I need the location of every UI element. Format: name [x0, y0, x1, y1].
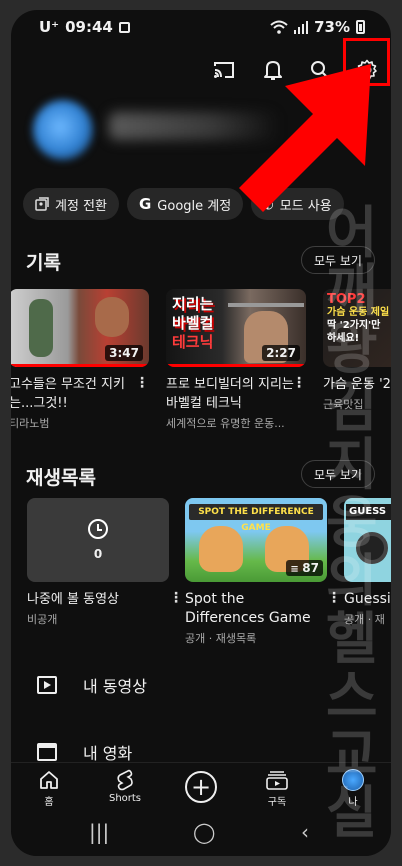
home-icon — [40, 771, 58, 789]
watch-progress-bar — [166, 364, 306, 367]
nav-home[interactable]: 홈 — [19, 767, 79, 808]
nav-subscriptions[interactable]: 구독 — [247, 767, 307, 808]
thumbnail-text: 테크닉 — [172, 333, 214, 351]
playlist-count: 87 — [302, 561, 319, 575]
chip-label: Google 계정 — [157, 198, 232, 214]
row-label: 내 동영상 — [83, 677, 147, 696]
history-title: 기록 — [26, 252, 61, 274]
image-notification-icon — [118, 21, 130, 33]
playlist-thumbnail: 0 — [27, 498, 169, 582]
home-circle-icon[interactable]: ◯ — [193, 820, 215, 844]
video-thumbnail: 지리는 바벨컬 테크닉 2:27 — [166, 289, 306, 367]
back-icon[interactable]: ‹ — [301, 820, 309, 844]
phone-frame: U⁺ 09:44 73% 계정 전환 G Google 계정 모드 사용 기록 … — [0, 0, 402, 866]
playlist-card[interactable]: SPOT THE DIFFERENCE GAME ≡ 87 Spot the D… — [185, 498, 341, 646]
nav-label: Shorts — [108, 793, 142, 804]
wifi-icon — [270, 20, 288, 34]
battery-icon — [356, 20, 365, 34]
playlist-card[interactable]: 0 나중에 볼 동영상 비공개 ⋮ — [27, 498, 183, 627]
playlist-title: 나중에 볼 동영상 — [27, 592, 119, 607]
history-video-card[interactable]: 3:47 고수들은 무조건 지키는...그것!! 티라노범 ⋮ — [11, 289, 149, 431]
video-title: 프로 보디빌더의 지리는 바벨컬 테크닉 — [166, 377, 294, 411]
create-icon: + — [185, 771, 217, 803]
chip-label: 계정 전환 — [55, 198, 107, 214]
playlist-visibility: 공개 · 재생목록 — [185, 632, 257, 645]
battery-label: 73% — [314, 18, 350, 36]
playlist-visibility: 비공개 — [27, 613, 58, 626]
playlist-title: Spot the Differences Game — [185, 591, 311, 626]
clock-icon — [88, 519, 108, 539]
google-account-chip[interactable]: G Google 계정 — [126, 188, 244, 220]
thumbnail-text: 바벨컬 — [172, 314, 214, 332]
carrier-label: U⁺ — [39, 18, 60, 36]
playlist-icon: ≡ — [290, 564, 303, 575]
playlist-thumbnail: SPOT THE DIFFERENCE GAME ≡ 87 — [185, 498, 327, 582]
switch-account-chip[interactable]: 계정 전환 — [23, 188, 119, 220]
history-video-card[interactable]: 지리는 바벨컬 테크닉 2:27 프로 보디빌더의 지리는 바벨컬 테크닉 세계… — [166, 289, 306, 431]
nav-label: 구독 — [267, 797, 287, 808]
movies-icon — [37, 743, 57, 761]
youtube-you-page: U⁺ 09:44 73% 계정 전환 G Google 계정 모드 사용 기록 … — [11, 10, 391, 856]
video-thumbnail: 3:47 — [11, 289, 149, 367]
video-duration: 3:47 — [105, 345, 143, 361]
nav-create[interactable]: + — [171, 767, 231, 807]
thumbnail-text: SPOT THE DIFFERENCE GAME — [189, 504, 323, 533]
nav-shorts[interactable]: Shorts — [95, 767, 155, 804]
watermark: 어깨왕김지웅의헬스교실 — [326, 201, 378, 846]
red-arrow-annotation — [239, 64, 371, 212]
video-channel: 티라노범 — [11, 417, 50, 430]
nav-label: 홈 — [44, 797, 54, 808]
more-options-icon[interactable]: ⋮ — [135, 375, 149, 391]
signal-icon — [294, 20, 309, 34]
clock-label: 09:44 — [65, 18, 113, 36]
avatar — [33, 100, 93, 160]
playlists-title: 재생목록 — [26, 467, 96, 489]
shorts-icon — [117, 769, 133, 791]
video-duration: 2:27 — [262, 345, 300, 361]
watch-progress-bar — [11, 364, 149, 367]
my-videos-icon — [37, 676, 57, 694]
video-title: 고수들은 무조건 지키는...그것!! — [11, 377, 125, 411]
account-switch-icon — [35, 197, 49, 211]
more-options-icon[interactable]: ⋮ — [169, 590, 183, 606]
subscriptions-icon — [266, 771, 288, 790]
recent-apps-icon[interactable]: ||| — [89, 820, 109, 844]
more-options-icon[interactable]: ⋮ — [292, 375, 306, 391]
status-bar: U⁺ 09:44 73% — [11, 10, 391, 46]
cast-icon — [214, 62, 234, 78]
playlist-count: 0 — [93, 547, 103, 561]
google-g-icon: G — [138, 195, 152, 213]
row-label: 내 영화 — [83, 744, 133, 763]
thumbnail-text: 지리는 — [172, 295, 214, 313]
video-channel: 세계적으로 유명한 운동... — [166, 417, 285, 430]
